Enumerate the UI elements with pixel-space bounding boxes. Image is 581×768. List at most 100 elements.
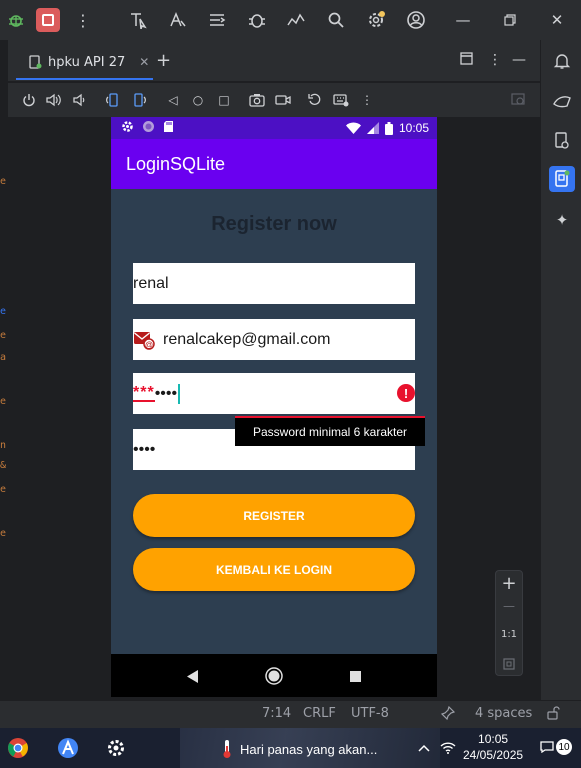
zoom-out-icon[interactable]: —	[496, 599, 522, 613]
rotate-left-icon[interactable]	[104, 91, 122, 109]
emulator-toolbar: ◁ ○ □ ⋮	[8, 83, 540, 117]
lock-icon[interactable]	[547, 706, 560, 724]
cursor-position[interactable]: 7:14	[262, 706, 291, 721]
nav-home-icon[interactable]	[264, 666, 284, 686]
taskbar-clock[interactable]: 10:05 24/05/2025	[463, 731, 523, 763]
device-manager-icon[interactable]	[549, 88, 575, 114]
bug-icon[interactable]	[4, 8, 28, 32]
window-layout-icon[interactable]	[460, 52, 473, 69]
stop-icon	[42, 14, 54, 26]
gutter-marker: e	[0, 396, 7, 407]
svg-text:@: @	[145, 340, 153, 349]
close-window-icon[interactable]: ✕	[545, 8, 569, 32]
zoom-controls: + — 1:1	[495, 570, 523, 676]
zoom-fit-icon[interactable]	[496, 655, 522, 674]
back-icon[interactable]: ◁	[164, 91, 182, 109]
gutter-marker: e	[0, 330, 7, 341]
keyboard-icon[interactable]	[332, 91, 350, 109]
settings-app-icon[interactable]	[104, 736, 128, 760]
indent-setting[interactable]: 4 spaces	[475, 706, 532, 721]
wifi-icon	[345, 122, 361, 134]
name-input-value: renal	[133, 274, 169, 292]
pin-icon[interactable]	[440, 705, 456, 724]
profiler-icon[interactable]	[284, 8, 308, 32]
register-button[interactable]: REGISTER	[133, 494, 415, 537]
more-icon[interactable]: ⋮	[71, 8, 95, 32]
password-input[interactable]: *** •••• !	[133, 373, 415, 414]
list-icon[interactable]	[205, 8, 229, 32]
overview-icon[interactable]: □	[215, 91, 233, 109]
file-encoding[interactable]: UTF-8	[351, 706, 389, 721]
gutter-marker: a	[0, 352, 7, 363]
search-icon[interactable]	[324, 8, 348, 32]
error-tooltip: Password minimal 6 karakter	[235, 416, 425, 446]
wifi-tray-icon[interactable]	[436, 736, 460, 760]
android-status-bar: 10:05	[111, 117, 437, 139]
windows-taskbar: Hari panas yang akan... 10:05 24/05/2025…	[0, 728, 581, 768]
stop-button[interactable]	[36, 8, 60, 32]
register-button-label: REGISTER	[243, 508, 305, 523]
weather-widget[interactable]: Hari panas yang akan...	[222, 739, 377, 759]
gutter-marker: e	[0, 484, 7, 495]
home-icon[interactable]: ○	[189, 91, 207, 109]
hide-panel-icon[interactable]: —	[512, 52, 526, 68]
thermometer-icon	[223, 740, 231, 758]
back-to-login-button[interactable]: KEMBALI KE LOGIN	[133, 548, 415, 591]
sync-icon	[143, 121, 154, 132]
settings-icon[interactable]	[364, 8, 388, 32]
add-tab-icon[interactable]: +	[156, 50, 171, 71]
device-tab-label: hpku API 27	[48, 54, 126, 70]
zoom-in-icon[interactable]: +	[496, 573, 522, 594]
app-toolbar: LoginSQLite	[111, 139, 437, 189]
gutter-marker: e	[0, 176, 7, 187]
show-hidden-icons[interactable]	[412, 736, 436, 760]
clock-time: 10:05	[478, 732, 509, 746]
device-icon	[29, 55, 42, 69]
nav-overview-icon[interactable]	[345, 666, 365, 686]
ai-assistant-icon[interactable]: ✦	[549, 207, 575, 233]
phone-screen: 10:05 LoginSQLite Register now renal @ r…	[111, 117, 437, 697]
restore-icon[interactable]	[498, 8, 522, 32]
gutter-marker: &	[0, 460, 7, 471]
nav-back-icon[interactable]	[183, 666, 203, 686]
back-to-login-label: KEMBALI KE LOGIN	[216, 562, 332, 577]
close-icon[interactable]: ✕	[139, 55, 149, 69]
android-nav-bar	[111, 654, 437, 697]
email-input-value: renalcakep@gmail.com	[163, 330, 331, 348]
device-tab[interactable]: hpku API 27 ✕	[16, 46, 153, 80]
snapshot-icon[interactable]	[306, 91, 324, 109]
volume-down-icon[interactable]	[70, 91, 88, 109]
chat-icon	[540, 741, 554, 753]
app-title: LoginSQLite	[126, 153, 226, 174]
line-ending[interactable]: CRLF	[303, 706, 336, 721]
notification-center[interactable]: 10	[540, 739, 572, 755]
android-studio-icon[interactable]	[56, 736, 80, 760]
logcat-icon[interactable]	[549, 128, 575, 154]
error-icon[interactable]: !	[397, 384, 415, 402]
more-actions-icon[interactable]: ⋮	[358, 91, 376, 109]
minimize-icon[interactable]: —	[451, 8, 475, 32]
translate-icon[interactable]	[166, 8, 190, 32]
zoom-actual-size[interactable]: 1:1	[496, 629, 522, 640]
gutter-marker: e	[0, 528, 7, 539]
select-icon[interactable]	[126, 8, 150, 32]
zoom-region-icon[interactable]	[510, 91, 528, 109]
sd-card-icon	[164, 121, 173, 132]
running-devices-icon[interactable]	[549, 166, 575, 192]
power-icon[interactable]	[20, 91, 38, 109]
rotate-right-icon[interactable]	[130, 91, 148, 109]
screenshot-icon[interactable]	[248, 91, 266, 109]
account-icon[interactable]	[404, 8, 428, 32]
volume-up-icon[interactable]	[44, 91, 62, 109]
name-input[interactable]: renal	[133, 263, 415, 304]
chrome-icon[interactable]	[6, 736, 30, 760]
more-options-icon[interactable]: ⋮	[488, 52, 502, 68]
screen-record-icon[interactable]	[274, 91, 292, 109]
debug-icon[interactable]	[245, 8, 269, 32]
notification-badge: 10	[556, 739, 572, 755]
email-input[interactable]: @ renalcakep@gmail.com	[133, 319, 415, 360]
battery-icon	[384, 121, 393, 135]
ide-status-bar: 7:14 CRLF UTF-8 4 spaces	[0, 700, 581, 728]
email-icon: @	[133, 329, 155, 351]
notifications-icon[interactable]	[549, 48, 575, 74]
